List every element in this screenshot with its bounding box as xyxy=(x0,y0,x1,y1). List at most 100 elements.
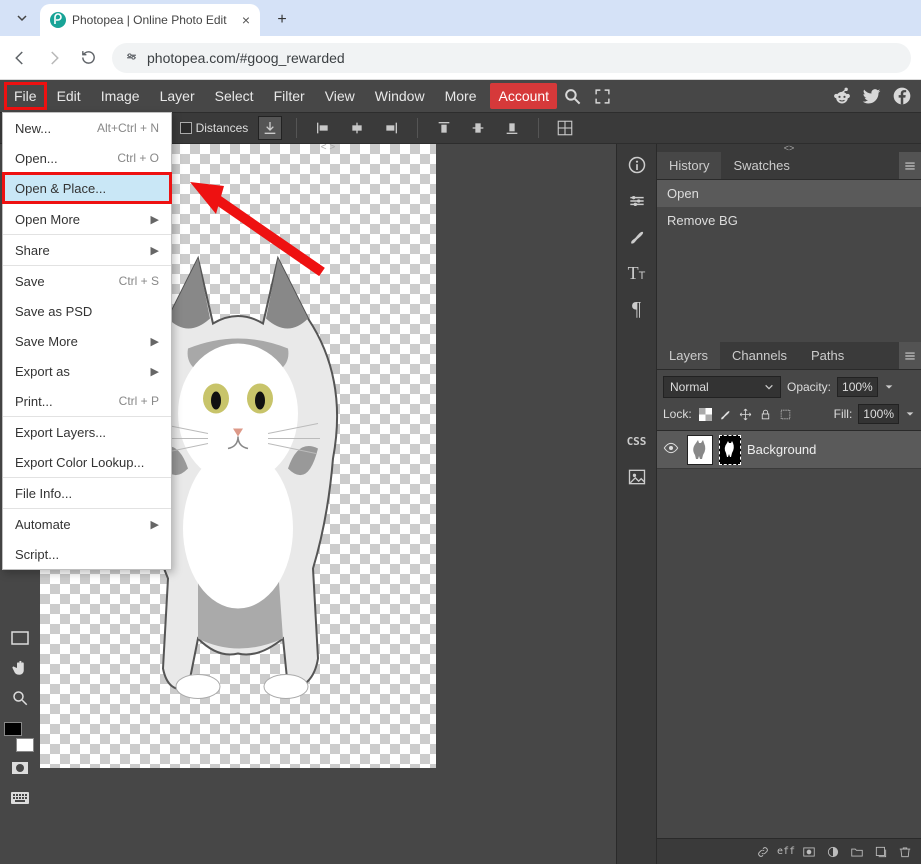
brush-panel-icon[interactable] xyxy=(622,222,652,252)
effects-label[interactable]: eff xyxy=(777,846,795,857)
fullscreen-icon[interactable] xyxy=(591,85,613,107)
file-menu-open[interactable]: Open...Ctrl + O xyxy=(3,143,171,173)
file-menu-export-layers[interactable]: Export Layers... xyxy=(3,417,171,447)
trash-icon[interactable] xyxy=(895,842,915,862)
character-panel-icon[interactable]: TT xyxy=(622,258,652,288)
align-bottom-icon[interactable] xyxy=(500,116,524,140)
layer-row[interactable]: Background xyxy=(657,431,921,469)
photopea-favicon xyxy=(50,12,66,28)
new-layer-icon[interactable] xyxy=(871,842,891,862)
download-icon[interactable] xyxy=(258,116,282,140)
adjustment-layer-icon[interactable] xyxy=(823,842,843,862)
site-settings-icon[interactable] xyxy=(124,49,139,67)
file-menu-export-as[interactable]: Export as▶ xyxy=(3,356,171,386)
info-panel-icon[interactable] xyxy=(622,150,652,180)
quick-mask-tool[interactable] xyxy=(4,754,36,782)
opacity-value[interactable]: 100% xyxy=(837,377,878,397)
file-menu-open-place[interactable]: Open & Place... xyxy=(3,173,171,203)
layer-mask-icon[interactable] xyxy=(799,842,819,862)
lock-transparency-icon[interactable] xyxy=(698,406,714,422)
zoom-tool[interactable] xyxy=(4,684,36,712)
history-panel-menu-icon[interactable] xyxy=(899,152,921,179)
lock-paint-icon[interactable] xyxy=(718,406,734,422)
new-tab-button[interactable]: + xyxy=(268,6,296,34)
opacity-dropdown-icon[interactable] xyxy=(884,382,894,392)
paragraph-panel-icon[interactable]: ¶ xyxy=(622,294,652,324)
menu-window[interactable]: Window xyxy=(365,82,435,110)
lock-label: Lock: xyxy=(663,407,692,421)
channels-tab[interactable]: Channels xyxy=(720,342,799,369)
account-button[interactable]: Account xyxy=(490,83,557,109)
twitter-icon[interactable] xyxy=(861,85,883,107)
file-menu-new[interactable]: New...Alt+Ctrl + N xyxy=(3,113,171,143)
image-panel-icon[interactable] xyxy=(622,462,652,492)
layers-tab[interactable]: Layers xyxy=(657,342,720,369)
layer-thumbnail xyxy=(687,435,713,465)
app-menubar: FileEditImageLayerSelectFilterViewWindow… xyxy=(0,80,921,112)
search-icon[interactable] xyxy=(561,85,583,107)
file-menu-share[interactable]: Share▶ xyxy=(3,235,171,265)
reload-button[interactable] xyxy=(78,48,98,68)
forward-button[interactable] xyxy=(44,48,64,68)
menu-filter[interactable]: Filter xyxy=(264,82,315,110)
fill-dropdown-icon[interactable] xyxy=(905,409,915,419)
color-swatches[interactable] xyxy=(4,720,36,752)
fill-value[interactable]: 100% xyxy=(858,404,899,424)
history-item[interactable]: Open xyxy=(657,180,921,207)
file-menu-save[interactable]: SaveCtrl + S xyxy=(3,266,171,296)
swatches-tab[interactable]: Swatches xyxy=(721,152,801,179)
back-button[interactable] xyxy=(10,48,30,68)
panel-collapse-grip[interactable]: <> xyxy=(657,144,921,152)
file-menu-save-more[interactable]: Save More▶ xyxy=(3,326,171,356)
folder-icon[interactable] xyxy=(847,842,867,862)
menu-file[interactable]: File xyxy=(4,82,47,110)
menu-layer[interactable]: Layer xyxy=(150,82,205,110)
file-menu-script[interactable]: Script... xyxy=(3,539,171,569)
grid-icon[interactable] xyxy=(553,116,577,140)
css-panel-icon[interactable]: CSS xyxy=(622,426,652,456)
right-panels: <> History Swatches OpenRemove BG Layers… xyxy=(656,144,921,864)
file-menu-print[interactable]: Print...Ctrl + P xyxy=(3,386,171,416)
layers-panel-menu-icon[interactable] xyxy=(899,342,921,369)
lock-move-icon[interactable] xyxy=(738,406,754,422)
close-tab-icon[interactable]: × xyxy=(242,12,250,28)
align-top-icon[interactable] xyxy=(432,116,456,140)
shape-tool[interactable] xyxy=(4,624,36,652)
distances-checkbox[interactable]: Distances xyxy=(180,121,249,135)
file-menu-automate[interactable]: Automate▶ xyxy=(3,509,171,539)
paths-tab[interactable]: Paths xyxy=(799,342,856,369)
menu-view[interactable]: View xyxy=(315,82,365,110)
menu-select[interactable]: Select xyxy=(205,82,264,110)
align-vcenter-icon[interactable] xyxy=(466,116,490,140)
layer-mask-thumbnail xyxy=(719,435,741,465)
file-menu-save-as-psd[interactable]: Save as PSD xyxy=(3,296,171,326)
align-left-icon[interactable] xyxy=(311,116,335,140)
lock-artboard-icon[interactable] xyxy=(778,406,794,422)
visibility-icon[interactable] xyxy=(663,440,681,459)
menu-more[interactable]: More xyxy=(435,82,487,110)
menu-image[interactable]: Image xyxy=(91,82,150,110)
history-tab[interactable]: History xyxy=(657,152,721,179)
link-layers-icon[interactable] xyxy=(753,842,773,862)
hand-tool[interactable] xyxy=(4,654,36,682)
layers-panel: Layers Channels Paths Normal Opacity: xyxy=(657,342,921,864)
keyboard-icon[interactable] xyxy=(4,784,36,812)
align-hcenter-icon[interactable] xyxy=(345,116,369,140)
lock-all-icon[interactable] xyxy=(758,406,774,422)
blend-mode-dropdown[interactable]: Normal xyxy=(663,376,781,398)
history-panel: History Swatches OpenRemove BG xyxy=(657,152,921,342)
histogram-panel-icon[interactable] xyxy=(622,186,652,216)
file-menu-export-color-lookup[interactable]: Export Color Lookup... xyxy=(3,447,171,477)
align-right-icon[interactable] xyxy=(379,116,403,140)
menu-edit[interactable]: Edit xyxy=(47,82,91,110)
file-menu-open-more[interactable]: Open More▶ xyxy=(3,204,171,234)
history-item[interactable]: Remove BG xyxy=(657,207,921,234)
layers-footer: eff xyxy=(657,838,921,864)
tab-list-dropdown[interactable] xyxy=(8,4,36,32)
file-menu-file-info[interactable]: File Info... xyxy=(3,478,171,508)
url-text: photopea.com/#goog_rewarded xyxy=(147,50,345,66)
facebook-icon[interactable] xyxy=(891,85,913,107)
reddit-icon[interactable] xyxy=(831,85,853,107)
url-field[interactable]: photopea.com/#goog_rewarded xyxy=(112,43,911,73)
browser-tab[interactable]: Photopea | Online Photo Edit × xyxy=(40,4,260,36)
